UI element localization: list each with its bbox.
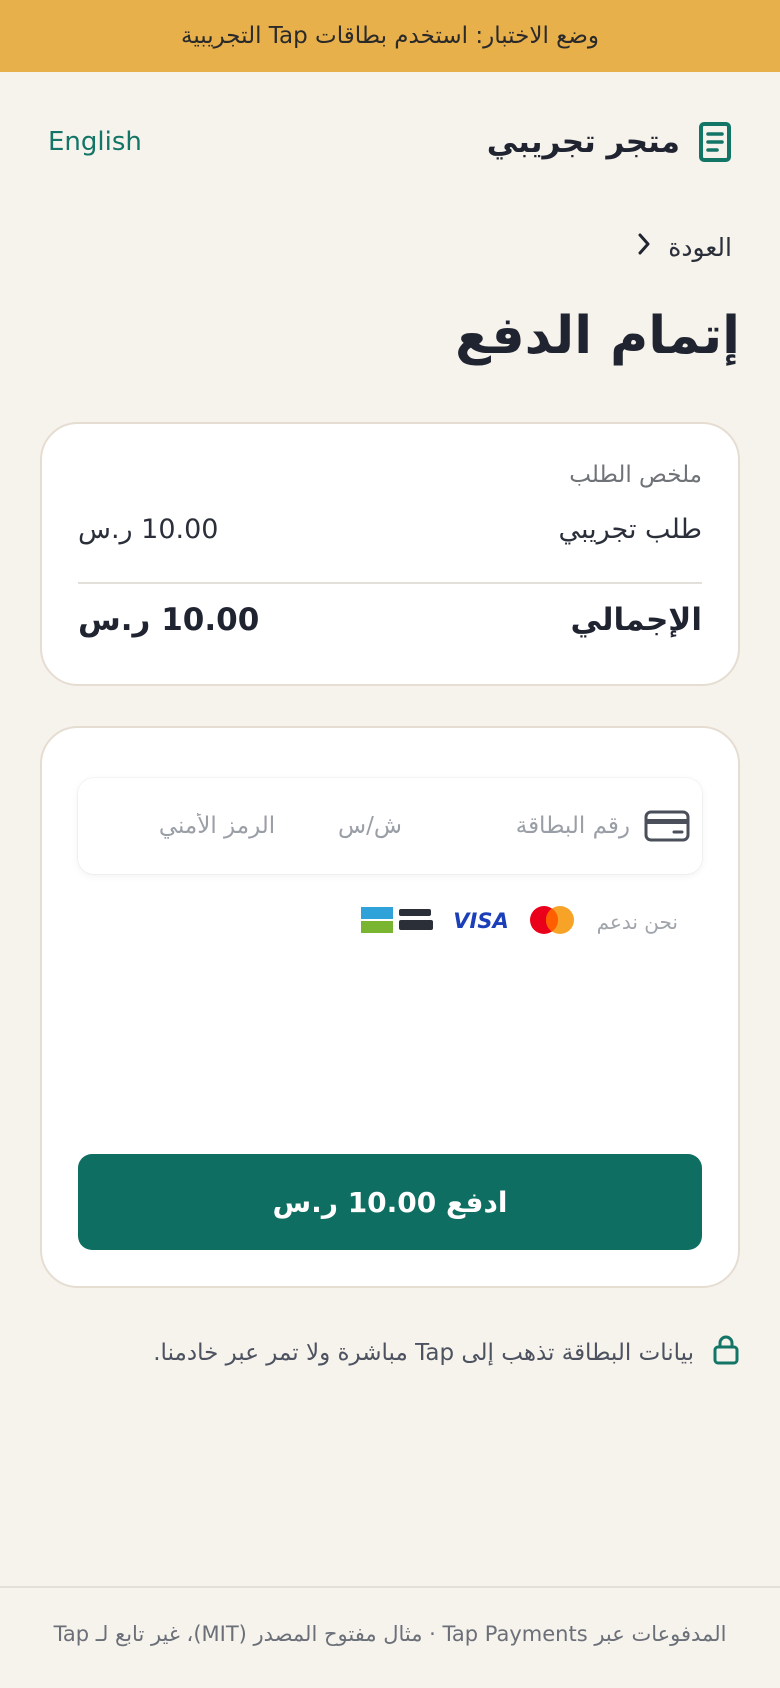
chevron-left-icon bbox=[636, 232, 650, 262]
order-total-row: الإجمالي 10.00 ر.س bbox=[78, 602, 702, 638]
security-note-text: بيانات البطاقة تذهب إلى Tap مباشرة ولا ت… bbox=[153, 1340, 694, 1366]
security-note: بيانات البطاقة تذهب إلى Tap مباشرة ولا ت… bbox=[153, 1334, 740, 1372]
language-switch-link[interactable]: English bbox=[48, 127, 142, 157]
supported-cards-row: نحن ندعم VISA bbox=[360, 904, 678, 940]
store-name: متجر تجريبي bbox=[486, 124, 680, 160]
card-input-field bbox=[78, 778, 702, 874]
order-item-label: طلب تجريبي bbox=[558, 514, 702, 545]
back-link[interactable]: العودة bbox=[636, 232, 732, 262]
order-summary-card: ملخص الطلب طلب تجريبي 10.00 ر.س الإجمالي… bbox=[40, 422, 740, 686]
payment-card: نحن ندعم VISA ادفع 10.00 ر.س bbox=[40, 726, 740, 1288]
supported-cards-label: نحن ندعم bbox=[596, 910, 678, 934]
credit-card-icon bbox=[644, 810, 690, 846]
order-total-label: الإجمالي bbox=[570, 602, 702, 638]
order-item-row: طلب تجريبي 10.00 ر.س bbox=[78, 514, 702, 545]
card-cvv-input[interactable] bbox=[132, 804, 302, 848]
order-item-amount: 10.00 ر.س bbox=[78, 514, 219, 545]
header: متجر تجريبي English bbox=[0, 112, 780, 172]
pay-button[interactable]: ادفع 10.00 ر.س bbox=[78, 1154, 702, 1250]
test-mode-banner-text: وضع الاختبار: استخدم بطاقات Tap التجريبي… bbox=[180, 23, 600, 49]
back-label: العودة bbox=[668, 232, 732, 262]
order-total-amount: 10.00 ر.س bbox=[78, 602, 260, 638]
footer-text: المدفوعات عبر Tap Payments · مثال مفتوح … bbox=[53, 1622, 727, 1646]
card-number-input[interactable] bbox=[450, 804, 630, 848]
order-summary-heading: ملخص الطلب bbox=[569, 462, 702, 488]
footer-divider bbox=[0, 1586, 780, 1588]
mastercard-logo-icon bbox=[527, 904, 577, 940]
store-brand: متجر تجريبي bbox=[487, 121, 732, 163]
summary-divider bbox=[78, 582, 702, 584]
card-expiry-input[interactable] bbox=[300, 804, 440, 848]
visa-logo-icon: VISA bbox=[453, 908, 508, 936]
svg-text:VISA: VISA bbox=[455, 909, 507, 932]
footer: المدفوعات عبر Tap Payments · مثال مفتوح … bbox=[0, 1614, 780, 1654]
receipt-icon bbox=[698, 121, 732, 163]
mada-logo-icon bbox=[360, 905, 435, 939]
lock-icon bbox=[712, 1334, 740, 1372]
test-mode-banner: وضع الاختبار: استخدم بطاقات Tap التجريبي… bbox=[0, 0, 780, 72]
page-title: إتمام الدفع bbox=[455, 306, 740, 366]
